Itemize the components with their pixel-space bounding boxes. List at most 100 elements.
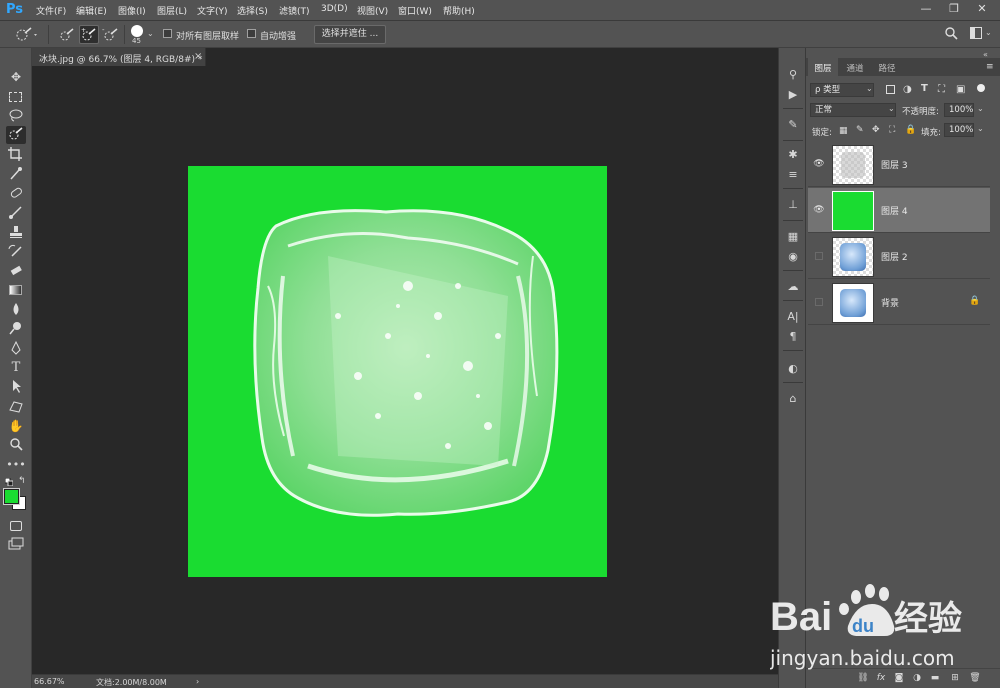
- new-layer-icon[interactable]: ⊞: [948, 673, 962, 685]
- filter-pixel-icon[interactable]: [886, 85, 895, 94]
- actions-panel-icon[interactable]: ▶: [784, 86, 802, 104]
- lock-pixels-icon[interactable]: ✎: [856, 125, 864, 135]
- grid-panel-icon[interactable]: ▦: [784, 228, 802, 246]
- default-colors-icon[interactable]: [4, 477, 14, 487]
- visibility-eye-icon[interactable]: 👁: [813, 204, 825, 216]
- brush-settings-icon[interactable]: ✱: [784, 146, 802, 164]
- folder-icon[interactable]: ▬: [928, 673, 942, 685]
- menu-window[interactable]: 窗口(W): [398, 4, 432, 17]
- layer-filter-kind-select[interactable]: ρ 类型: [810, 83, 874, 97]
- filter-chevron-icon[interactable]: ⌄: [866, 84, 873, 93]
- layer-row-4[interactable]: 👁 图层 4: [808, 188, 990, 233]
- clone-source-icon[interactable]: ⊥: [784, 196, 802, 214]
- menu-file[interactable]: 文件(F): [36, 4, 66, 17]
- menu-filter[interactable]: 滤镜(T): [279, 4, 310, 17]
- menu-image[interactable]: 图像(I): [118, 4, 146, 17]
- lasso-tool-icon[interactable]: [6, 107, 26, 125]
- brush-presets-icon[interactable]: ✎: [784, 116, 802, 134]
- quick-mask-icon[interactable]: [6, 517, 26, 535]
- chevron-down-icon[interactable]: ⌄: [147, 29, 154, 38]
- status-menu-arrow-icon[interactable]: ›: [196, 677, 199, 686]
- filter-smart-object-icon[interactable]: ▣: [956, 84, 965, 95]
- auto-enhance-checkbox[interactable]: [247, 29, 256, 38]
- layer-name[interactable]: 图层 2: [881, 250, 908, 263]
- document-tab[interactable]: 冰块.jpg @ 66.7% (图层 4, RGB/8#) * ×: [32, 48, 206, 66]
- visibility-toggle-empty[interactable]: [815, 252, 823, 260]
- lock-transparent-icon[interactable]: ▦: [839, 126, 848, 136]
- pen-tool-icon[interactable]: [6, 340, 26, 358]
- mask-icon[interactable]: ◙: [892, 673, 906, 685]
- layer-row-background[interactable]: 背景 🔒: [808, 280, 990, 325]
- zoom-level[interactable]: 66.67%: [34, 677, 65, 686]
- 3d-panel-icon[interactable]: ⌂: [784, 390, 802, 408]
- lock-all-icon[interactable]: 🔒: [905, 125, 916, 135]
- type-tool-icon[interactable]: T: [6, 359, 26, 377]
- foreground-color-swatch[interactable]: [3, 488, 20, 505]
- tab-paths[interactable]: 路径: [872, 58, 902, 76]
- menu-layer[interactable]: 图层(L): [157, 4, 187, 17]
- shape-tool-icon[interactable]: [6, 398, 26, 416]
- history-brush-tool-icon[interactable]: [6, 243, 26, 261]
- menu-view[interactable]: 视图(V): [357, 4, 388, 17]
- paragraph-panel-icon[interactable]: ¶: [784, 328, 802, 346]
- link-icon[interactable]: ⛓: [856, 673, 870, 685]
- subtract-selection-button[interactable]: -: [101, 25, 121, 44]
- filter-toggle-icon[interactable]: [977, 84, 985, 92]
- adjustments-panel-icon[interactable]: ◐: [784, 360, 802, 378]
- menu-select[interactable]: 选择(S): [237, 4, 268, 17]
- tool-preset-picker[interactable]: [14, 25, 37, 44]
- fx-icon[interactable]: fx: [874, 673, 888, 685]
- adjustments-sliders-icon[interactable]: ≡: [784, 166, 802, 184]
- menu-edit[interactable]: 编辑(E): [76, 4, 107, 17]
- visibility-toggle-empty[interactable]: [815, 298, 823, 306]
- zoom-tool-icon[interactable]: [6, 436, 26, 454]
- filter-shape-icon[interactable]: ⛶: [938, 84, 945, 95]
- eyedropper-tool-icon[interactable]: [6, 165, 26, 183]
- hand-tool-icon[interactable]: ✋: [6, 417, 26, 435]
- workspace-icon[interactable]: [970, 27, 982, 39]
- swatches-icon[interactable]: ◉: [784, 248, 802, 266]
- select-and-mask-button[interactable]: 选择并遮住 ...: [314, 25, 386, 44]
- menu-type[interactable]: 文字(Y): [197, 4, 228, 17]
- blur-tool-icon[interactable]: [6, 301, 26, 319]
- layer-name[interactable]: 图层 4: [881, 204, 908, 217]
- crop-tool-icon[interactable]: [6, 146, 26, 164]
- opacity-chevron-icon[interactable]: ⌄: [977, 104, 984, 113]
- healing-brush-tool-icon[interactable]: [6, 185, 26, 203]
- history-panel-icon[interactable]: ⚲: [784, 66, 802, 84]
- workspace-chevron-icon[interactable]: ⌄: [985, 28, 992, 37]
- fill-chevron-icon[interactable]: ⌄: [977, 124, 984, 133]
- swap-colors-icon[interactable]: ↰: [18, 476, 26, 486]
- gradient-tool-icon[interactable]: [6, 281, 26, 299]
- eraser-tool-icon[interactable]: [6, 262, 26, 280]
- opacity-input[interactable]: 100%: [944, 103, 974, 117]
- layer-row-3[interactable]: 👁 图层 3: [808, 142, 990, 187]
- brush-size-preview-icon[interactable]: [131, 25, 143, 37]
- maximize-button[interactable]: ❐: [940, 2, 968, 18]
- tab-layers[interactable]: 图层: [808, 58, 838, 76]
- character-panel-icon[interactable]: A|: [784, 308, 802, 326]
- adjustment-icon[interactable]: ◑: [910, 673, 924, 685]
- new-selection-button[interactable]: [57, 25, 77, 44]
- minimize-button[interactable]: —: [912, 2, 940, 18]
- close-window-button[interactable]: ✕: [968, 2, 996, 18]
- layer-row-2[interactable]: 图层 2: [808, 234, 990, 279]
- filter-adjustment-icon[interactable]: ◑: [903, 84, 912, 95]
- fill-input[interactable]: 100%: [944, 123, 974, 137]
- filter-type-icon[interactable]: T: [921, 83, 928, 94]
- dodge-tool-icon[interactable]: [6, 320, 26, 338]
- quick-selection-tool-icon[interactable]: [6, 126, 26, 144]
- close-tab-icon[interactable]: ×: [194, 51, 202, 62]
- blend-chevron-icon[interactable]: ⌄: [888, 104, 895, 113]
- add-to-selection-button[interactable]: +: [79, 25, 99, 44]
- move-tool-icon[interactable]: ✥: [6, 68, 26, 86]
- tab-channels[interactable]: 通道: [840, 58, 870, 76]
- menu-help[interactable]: 帮助(H): [443, 4, 475, 17]
- visibility-eye-icon[interactable]: 👁: [813, 158, 825, 170]
- more-tools-icon[interactable]: •••: [6, 456, 26, 474]
- layer-name[interactable]: 背景: [881, 296, 899, 309]
- blend-mode-select[interactable]: 正常: [810, 103, 896, 117]
- brush-tool-icon[interactable]: [6, 204, 26, 222]
- marquee-tool-icon[interactable]: [6, 88, 26, 106]
- libraries-icon[interactable]: ☁: [784, 278, 802, 296]
